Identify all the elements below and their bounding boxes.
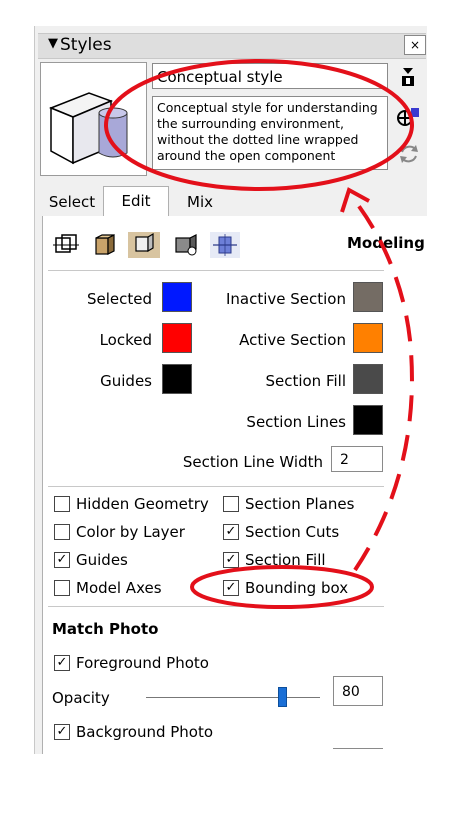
- section-lines-color-swatch[interactable]: [353, 405, 383, 435]
- hidden-geometry-label: Hidden Geometry: [76, 495, 209, 513]
- section-fill-checkbox[interactable]: ✓: [223, 552, 239, 568]
- selected-color-label: Selected: [86, 290, 152, 308]
- locked-color-swatch[interactable]: [162, 323, 192, 353]
- section-fill-checkbox-label: Section Fill: [245, 551, 326, 569]
- match-photo-title: Match Photo: [52, 620, 159, 638]
- inactive-section-color-swatch[interactable]: [353, 282, 383, 312]
- color-by-layer-checkbox[interactable]: [54, 524, 70, 540]
- opacity-label: Opacity: [52, 689, 110, 707]
- watermark-settings-icon[interactable]: [172, 232, 200, 258]
- tab-mix[interactable]: Mix: [168, 188, 232, 217]
- section-line-width-label: Section Line Width: [182, 453, 323, 471]
- hidden-geometry-checkbox[interactable]: [54, 496, 70, 512]
- style-description-field[interactable]: Conceptual style for understanding the s…: [152, 96, 388, 170]
- background-photo-checkbox[interactable]: ✓: [54, 724, 70, 740]
- face-settings-icon[interactable]: [90, 232, 118, 258]
- model-axes-label: Model Axes: [76, 579, 162, 597]
- section-line-width-input[interactable]: 2: [331, 446, 383, 472]
- section-fill-color-label: Section Fill: [265, 372, 346, 390]
- style-thumbnail: [40, 62, 147, 176]
- section-lines-color-label: Section Lines: [246, 413, 346, 431]
- foreground-photo-label: Foreground Photo: [76, 654, 209, 672]
- panel-title: Styles: [60, 35, 112, 55]
- close-button[interactable]: ×: [404, 35, 426, 55]
- collapse-arrow-icon[interactable]: ▼: [48, 36, 58, 51]
- foreground-photo-checkbox[interactable]: ✓: [54, 655, 70, 671]
- locked-color-label: Locked: [99, 331, 152, 349]
- partial-input-field[interactable]: [333, 748, 383, 755]
- background-settings-icon[interactable]: [128, 232, 160, 258]
- create-style-icon[interactable]: [400, 66, 416, 88]
- cube-thumbnail-icon: [48, 92, 128, 165]
- inactive-section-color-label: Inactive Section: [225, 290, 346, 308]
- section-cuts-checkbox[interactable]: ✓: [223, 524, 239, 540]
- background-photo-label: Background Photo: [76, 723, 214, 741]
- update-style-icon[interactable]: [396, 102, 422, 128]
- separator: [48, 270, 384, 271]
- bounding-box-label: Bounding box: [245, 579, 349, 597]
- separator: [48, 486, 384, 487]
- tab-select[interactable]: Select: [42, 188, 102, 217]
- color-by-layer-label: Color by Layer: [76, 523, 185, 541]
- refresh-icon[interactable]: [398, 142, 420, 166]
- guides-color-label: Guides: [100, 372, 152, 390]
- bounding-box-checkbox[interactable]: ✓: [223, 580, 239, 596]
- opacity-slider-track[interactable]: [146, 697, 320, 698]
- model-axes-checkbox[interactable]: [54, 580, 70, 596]
- active-section-color-swatch[interactable]: [353, 323, 383, 353]
- selected-color-swatch[interactable]: [162, 282, 192, 312]
- section-planes-label: Section Planes: [245, 495, 355, 513]
- section-fill-color-swatch[interactable]: [353, 364, 383, 394]
- active-section-color-label: Active Section: [239, 331, 346, 349]
- guides-checkbox[interactable]: ✓: [54, 552, 70, 568]
- opacity-slider-thumb[interactable]: [278, 687, 287, 707]
- tab-edit[interactable]: Edit: [103, 186, 169, 217]
- opacity-input[interactable]: 80: [333, 676, 383, 706]
- guides-color-swatch[interactable]: [162, 364, 192, 394]
- modeling-settings-icon[interactable]: [210, 232, 240, 258]
- category-title: Modeling: [347, 234, 425, 252]
- section-cuts-label: Section Cuts: [245, 523, 340, 541]
- section-planes-checkbox[interactable]: [223, 496, 239, 512]
- edge-settings-icon[interactable]: [52, 232, 80, 258]
- style-name-input[interactable]: Conceptual style: [152, 63, 388, 89]
- guides-checkbox-label: Guides: [76, 551, 128, 569]
- separator: [48, 606, 384, 607]
